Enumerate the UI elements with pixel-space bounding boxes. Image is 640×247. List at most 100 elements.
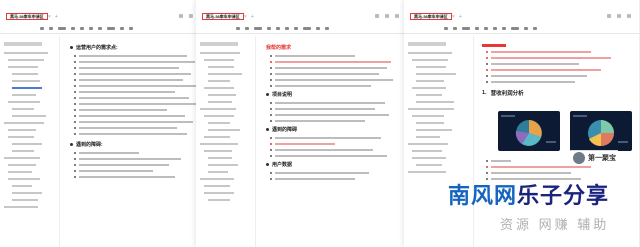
- outline-item-active[interactable]: [4, 87, 55, 89]
- paragraph[interactable]: [266, 155, 401, 157]
- outline-item[interactable]: [200, 150, 251, 152]
- tab-controls[interactable]: × +: [48, 14, 58, 20]
- more-icon[interactable]: [627, 14, 631, 18]
- outline-item[interactable]: [4, 122, 55, 124]
- insert-icon[interactable]: [325, 27, 329, 30]
- outline-item[interactable]: [200, 129, 251, 131]
- outline-item[interactable]: [4, 108, 55, 110]
- outline-item[interactable]: [200, 80, 251, 82]
- undo-icon[interactable]: [236, 27, 240, 30]
- outline-item[interactable]: [408, 129, 469, 131]
- outline-item[interactable]: [408, 150, 469, 152]
- outline-item[interactable]: [200, 122, 251, 124]
- doc-title-badge[interactable]: 黑马-58审车申请区: [6, 13, 48, 20]
- outline-item[interactable]: [4, 80, 55, 82]
- close-icon[interactable]: ×: [48, 14, 51, 20]
- outline-item[interactable]: [408, 157, 469, 159]
- add-tab-icon[interactable]: +: [251, 14, 254, 20]
- italic-icon[interactable]: [484, 27, 488, 30]
- paragraph[interactable]: [70, 115, 205, 117]
- outline-item[interactable]: [200, 101, 251, 103]
- doc-title-badge[interactable]: 黑马-58审车申请区: [202, 13, 244, 20]
- outline-item[interactable]: [408, 52, 469, 54]
- outline-item[interactable]: [200, 185, 251, 187]
- paragraph[interactable]: [70, 109, 205, 111]
- paragraph[interactable]: [70, 91, 205, 93]
- underline-icon[interactable]: [493, 27, 497, 30]
- outline-item[interactable]: [200, 52, 251, 54]
- undo-icon[interactable]: [444, 27, 448, 30]
- italic-icon[interactable]: [80, 27, 84, 30]
- outline-item[interactable]: [200, 73, 251, 75]
- outline-item[interactable]: [200, 164, 251, 166]
- paragraph[interactable]: [266, 178, 401, 180]
- paragraph[interactable]: [266, 102, 401, 104]
- bold-icon[interactable]: [267, 27, 271, 30]
- bold-icon[interactable]: [71, 27, 75, 30]
- paragraph-highlighted[interactable]: [482, 57, 633, 59]
- outline-item[interactable]: [4, 206, 55, 208]
- outline-item[interactable]: [4, 164, 55, 166]
- align-icon[interactable]: [120, 27, 124, 30]
- outline-item[interactable]: [4, 59, 55, 61]
- outline-item[interactable]: [408, 80, 469, 82]
- add-tab-icon[interactable]: +: [55, 14, 58, 20]
- outline-item[interactable]: [200, 59, 251, 61]
- close-icon[interactable]: ×: [452, 14, 455, 20]
- paragraph-highlighted[interactable]: [482, 51, 633, 53]
- paragraph[interactable]: [70, 55, 205, 57]
- paragraph[interactable]: [266, 149, 401, 151]
- paragraph[interactable]: [266, 120, 401, 122]
- add-tab-icon[interactable]: +: [459, 14, 462, 20]
- paragraph-highlighted[interactable]: [482, 166, 632, 168]
- tab-controls[interactable]: × +: [244, 14, 254, 20]
- insert-icon[interactable]: [129, 27, 133, 30]
- paragraph[interactable]: [266, 114, 401, 116]
- list-icon[interactable]: [511, 27, 519, 30]
- paragraph[interactable]: [266, 85, 401, 87]
- outline-item[interactable]: [408, 73, 469, 75]
- paragraph[interactable]: [70, 170, 205, 172]
- outline-item[interactable]: [200, 178, 251, 180]
- paragraph[interactable]: [70, 176, 205, 178]
- list-icon[interactable]: [107, 27, 115, 30]
- outline-item[interactable]: [4, 150, 55, 152]
- outline-item[interactable]: [200, 192, 251, 194]
- outline-item[interactable]: [4, 115, 55, 117]
- paragraph[interactable]: [482, 81, 633, 83]
- outline-item[interactable]: [4, 178, 55, 180]
- underline-icon[interactable]: [285, 27, 289, 30]
- outline-item[interactable]: [408, 115, 469, 117]
- doc-title-badge[interactable]: 黑马-58审车申请区: [410, 13, 452, 20]
- outline-item[interactable]: [4, 192, 55, 194]
- outline-item[interactable]: [4, 73, 55, 75]
- outline-item[interactable]: [408, 164, 469, 166]
- outline-item[interactable]: [408, 66, 469, 68]
- paragraph[interactable]: [266, 137, 401, 139]
- comment-icon[interactable]: [385, 14, 389, 18]
- paragraph[interactable]: [70, 127, 205, 129]
- outline-item[interactable]: [200, 199, 251, 201]
- outline-item[interactable]: [4, 199, 55, 201]
- paragraph[interactable]: [266, 55, 401, 57]
- outline-item[interactable]: [4, 143, 55, 145]
- paragraph[interactable]: [482, 75, 633, 77]
- outline-item[interactable]: [408, 101, 469, 103]
- outline-item[interactable]: [4, 101, 55, 103]
- align-icon[interactable]: [316, 27, 320, 30]
- outline-item[interactable]: [4, 66, 55, 68]
- outline-item[interactable]: [4, 157, 55, 159]
- document-body[interactable]: 我帮的需求 项目说明 遇到的障碍 用户数据: [266, 36, 401, 247]
- share-icon[interactable]: [179, 14, 183, 18]
- more-icon[interactable]: [395, 14, 399, 18]
- paragraph-highlighted[interactable]: [482, 69, 633, 71]
- outline-item[interactable]: [4, 185, 55, 187]
- outline-item[interactable]: [200, 66, 251, 68]
- bold-icon[interactable]: [475, 27, 479, 30]
- outline-item[interactable]: [408, 136, 469, 138]
- paragraph[interactable]: [482, 63, 633, 65]
- outline-item[interactable]: [200, 157, 251, 159]
- color-icon[interactable]: [502, 27, 506, 30]
- outline-item[interactable]: [200, 115, 251, 117]
- paragraph[interactable]: [266, 108, 401, 110]
